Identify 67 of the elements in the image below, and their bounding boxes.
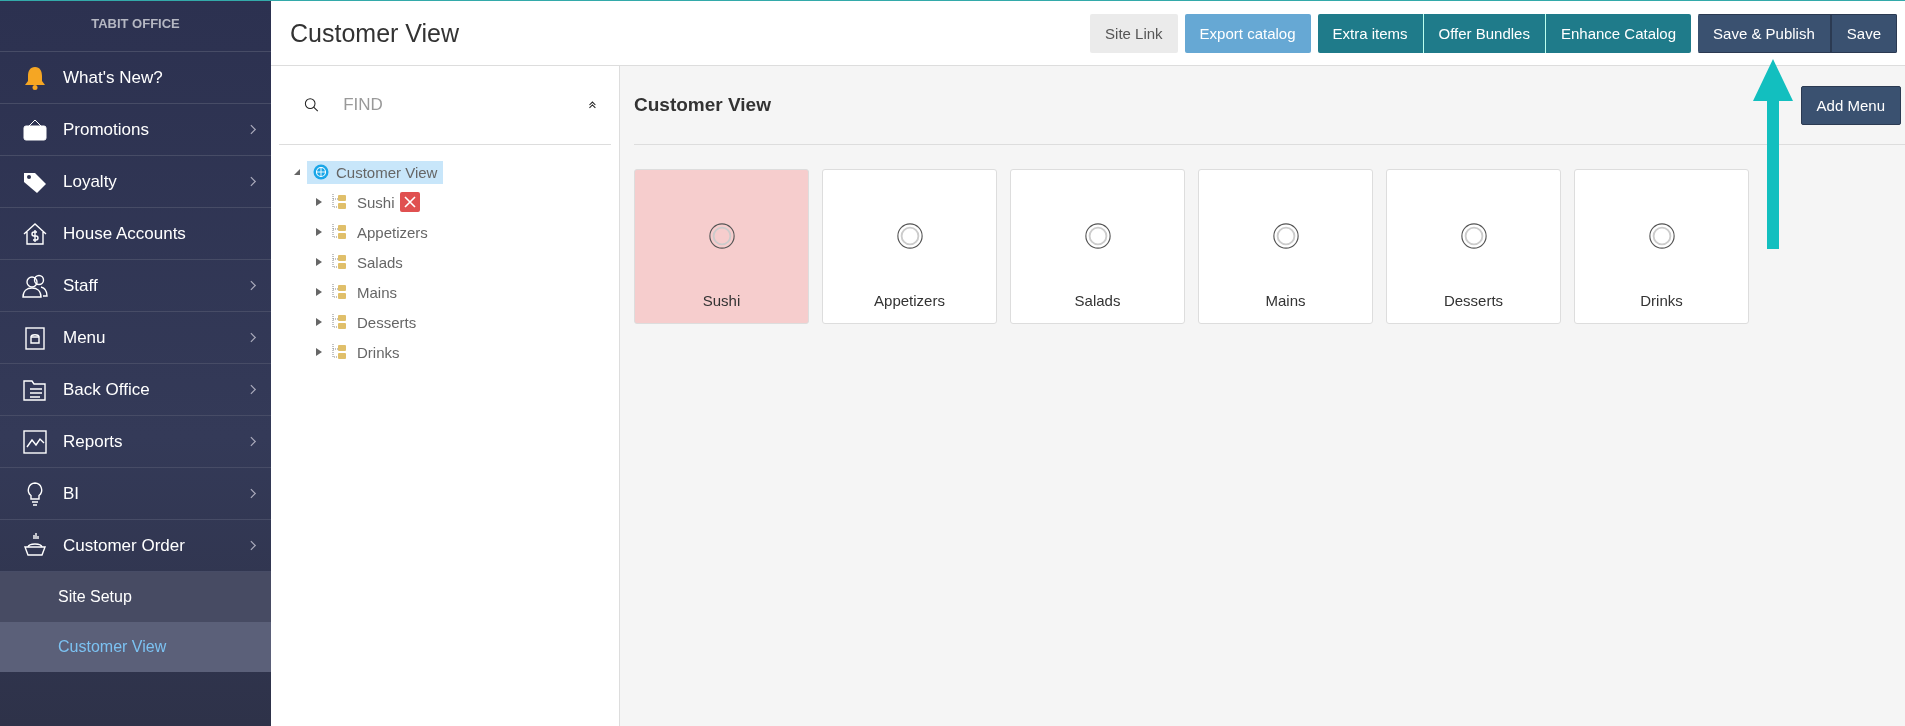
nav-label: Promotions: [63, 119, 150, 140]
tree-label[interactable]: Salads: [357, 253, 403, 271]
add-menu-button[interactable]: Add Menu: [1800, 85, 1901, 125]
toolbar-button[interactable]: Save: [1830, 13, 1897, 53]
nav-label: Reports: [63, 431, 124, 452]
category-icon: [332, 223, 348, 241]
tree-label[interactable]: Sushi: [357, 193, 395, 211]
tree-label[interactable]: Drinks: [357, 343, 400, 361]
chart-icon: [21, 427, 49, 456]
menu-card[interactable]: Desserts: [1386, 169, 1561, 324]
menu-card[interactable]: Sushi: [634, 169, 809, 324]
card-label: Desserts: [1443, 292, 1504, 309]
nav-item[interactable]: Menu: [0, 312, 271, 364]
nav-subitem[interactable]: Site Setup: [0, 572, 271, 622]
nav-label: BI: [63, 483, 81, 504]
nav-label: What's New?: [63, 67, 164, 88]
nav-item[interactable]: Back Office: [0, 364, 271, 416]
category-icon: [332, 313, 348, 331]
expand-triangle-icon[interactable]: [315, 228, 323, 236]
toolbar-button[interactable]: Site Link: [1090, 13, 1178, 53]
menu-card[interactable]: Mains: [1198, 169, 1373, 324]
globe-icon: [313, 164, 329, 180]
nav-label: Loyalty: [63, 171, 118, 192]
tree-label: Customer View: [336, 163, 438, 181]
nav-label: Back Office: [63, 379, 151, 400]
nav-label: Menu: [63, 327, 107, 348]
expand-triangle-icon[interactable]: [293, 168, 301, 176]
ring-icon: [707, 222, 736, 250]
ring-icon: [1459, 222, 1488, 250]
menu-card[interactable]: Drinks: [1574, 169, 1749, 324]
card-label: Mains: [1265, 292, 1306, 309]
category-icon: [332, 253, 348, 271]
tree-node[interactable]: Customer View: [307, 160, 444, 184]
nav-item[interactable]: Promotions: [0, 104, 271, 156]
nav-label: House Accounts: [63, 223, 187, 244]
toolbar-button[interactable]: Enhance Catalog: [1544, 13, 1692, 53]
page-title: Customer View: [290, 18, 461, 48]
toolbar-button[interactable]: Offer Bundles: [1422, 13, 1545, 53]
nav-item[interactable]: Reports: [0, 416, 271, 468]
card-label: Salads: [1074, 292, 1121, 309]
nav-item[interactable]: What's New?: [0, 52, 271, 104]
ring-icon: [895, 222, 924, 250]
card-label: Drinks: [1640, 292, 1683, 309]
card-label: Sushi: [702, 292, 741, 309]
ring-icon: [1083, 222, 1112, 250]
toolbar-button[interactable]: Extra items: [1317, 13, 1423, 53]
expand-triangle-icon[interactable]: [315, 348, 323, 356]
expand-triangle-icon[interactable]: [315, 288, 323, 296]
toolbar-button[interactable]: Save & Publish: [1698, 13, 1831, 53]
category-icon: [332, 193, 348, 211]
nav-label: Staff: [63, 275, 99, 296]
card-label: Appetizers: [874, 292, 945, 309]
nav-label: Customer Order: [63, 535, 186, 556]
tree-label[interactable]: Appetizers: [357, 223, 428, 241]
expand-triangle-icon[interactable]: [315, 318, 323, 326]
nav-item[interactable]: Loyalty: [0, 156, 271, 208]
menu-card[interactable]: Salads: [1010, 169, 1185, 324]
menu-card[interactable]: Appetizers: [822, 169, 997, 324]
ring-icon: [1271, 222, 1300, 250]
category-icon: [332, 283, 348, 301]
ring-icon: [1647, 222, 1676, 250]
tree-label[interactable]: Desserts: [357, 313, 417, 331]
content-title: Customer View: [634, 94, 771, 116]
expand-triangle-icon[interactable]: [315, 258, 323, 266]
tree-label[interactable]: Mains: [357, 283, 397, 301]
category-icon: [332, 343, 348, 361]
expand-triangle-icon[interactable]: [315, 198, 323, 206]
